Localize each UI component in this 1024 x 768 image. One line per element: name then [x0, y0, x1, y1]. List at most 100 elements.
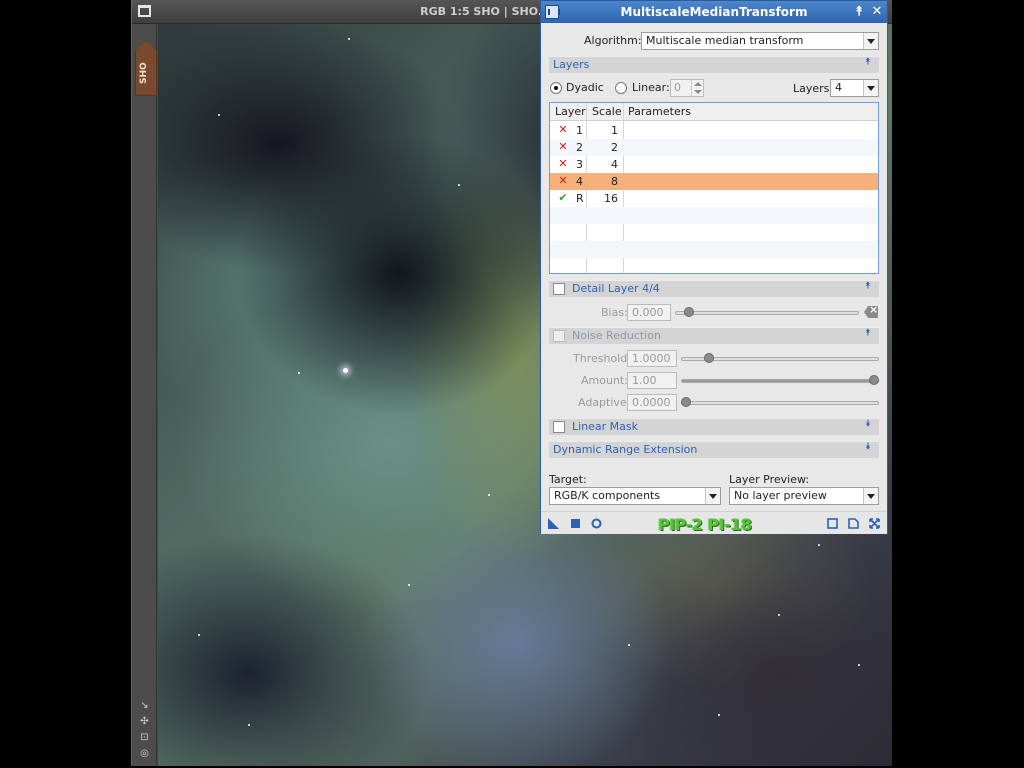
empty-table-row [550, 258, 878, 273]
spin-arrows-icon[interactable] [691, 80, 703, 96]
layer-table[interactable]: Layer Scale Parameters ✕ 1 1 ✕ 2 2 ✕ 3 4 ✕ 4 8 ✔ R 16 [549, 102, 879, 274]
clear-icon[interactable] [864, 306, 878, 318]
empty-table-row [550, 224, 878, 241]
layers-section-header[interactable]: Layers ⯭ [549, 56, 879, 73]
view-identifier-tab[interactable]: SHO [135, 41, 157, 96]
noise-reduction-checkbox[interactable] [553, 330, 565, 342]
table-row[interactable]: ✔ R 16 [550, 190, 878, 207]
expand-icon[interactable]: ⯯ [863, 420, 873, 433]
bias-slider[interactable] [675, 307, 859, 317]
adaptive-slider-knob[interactable] [681, 397, 691, 407]
scale-cell: 4 [611, 158, 618, 171]
close-button[interactable]: ✕ [869, 4, 885, 20]
layers-count-combo[interactable]: 4 [830, 79, 879, 97]
column-header-scale[interactable]: Scale [592, 105, 622, 118]
layer-cell: 1 [576, 124, 583, 137]
layer-cell: 3 [576, 158, 583, 171]
amount-slider[interactable] [681, 375, 879, 385]
layer-preview-combo[interactable]: No layer preview [729, 487, 879, 505]
multiscale-median-transform-dialog[interactable]: MultiscaleMedianTransform ⯭ ✕ Algorithm:… [540, 0, 888, 534]
table-row[interactable]: ✕ 1 1 [550, 122, 878, 139]
expand-icon[interactable]: ⯯ [863, 443, 873, 456]
amount-label: Amount: [581, 374, 628, 387]
algorithm-combo[interactable]: Multiscale median transform [641, 32, 879, 50]
star [198, 634, 200, 636]
collapse-icon[interactable]: ⯭ [863, 58, 873, 71]
column-header-layer[interactable]: Layer [555, 105, 586, 118]
star [408, 584, 410, 586]
layer-cell: R [576, 192, 584, 205]
threshold-slider[interactable] [681, 353, 879, 363]
x-mark-icon[interactable]: ✕ [557, 140, 569, 153]
apply-global-icon[interactable] [591, 518, 602, 529]
chevron-down-icon [863, 488, 878, 504]
noise-reduction-title: Noise Reduction [572, 329, 661, 342]
window-icon[interactable] [138, 5, 151, 17]
scale-cell: 16 [604, 192, 618, 205]
table-row[interactable]: ✕ 3 4 [550, 156, 878, 173]
new-instance-icon[interactable] [548, 518, 559, 529]
dynamic-range-section-header[interactable]: Dynamic Range Extension ⯯ [549, 441, 879, 458]
target-icon[interactable]: ◎ [139, 748, 150, 759]
linear-spinbox[interactable]: 0 [670, 79, 704, 97]
amount-field[interactable]: 1.00 [627, 372, 677, 389]
x-mark-icon[interactable]: ✕ [557, 123, 569, 136]
scale-cell: 8 [611, 175, 618, 188]
amount-slider-knob[interactable] [869, 375, 879, 385]
detail-layer-title: Detail Layer 4/4 [572, 282, 660, 295]
image-window-title: RGB 1:5 SHO | SHO. [420, 5, 542, 18]
noise-reduction-section-header[interactable]: Noise Reduction ⯭ [549, 327, 879, 344]
star [858, 664, 860, 666]
threshold-slider-knob[interactable] [703, 353, 714, 363]
layers-count-value: 4 [835, 81, 842, 94]
table-row[interactable]: ✕ 4 8 [550, 173, 878, 190]
bias-slider-knob[interactable] [683, 307, 694, 317]
layers-count-label: Layers: [793, 82, 834, 95]
dyadic-label[interactable]: Dyadic [566, 81, 604, 94]
column-header-parameters[interactable]: Parameters [628, 105, 691, 118]
threshold-label: Threshold: [573, 352, 631, 365]
shade-button[interactable]: ⯭ [851, 4, 867, 20]
reset-icon[interactable] [869, 518, 880, 529]
star [718, 714, 720, 716]
bias-label: Bias: [601, 306, 628, 319]
real-time-preview-icon[interactable] [848, 518, 859, 529]
dialog-titlebar[interactable]: MultiscaleMedianTransform ⯭ ✕ [541, 1, 887, 23]
checkmark-icon[interactable]: ✔ [557, 191, 569, 204]
dialog-title: MultiscaleMedianTransform [620, 5, 808, 19]
view-identifier-label: SHO [139, 62, 149, 84]
algorithm-label: Algorithm: [584, 34, 642, 47]
adaptive-field[interactable]: 0.0000 [627, 394, 677, 411]
layer-cell: 4 [576, 175, 583, 188]
collapse-icon[interactable]: ⯭ [863, 282, 873, 295]
collapse-icon[interactable]: ⯭ [863, 329, 873, 342]
linear-mask-section-header[interactable]: Linear Mask ⯯ [549, 418, 879, 435]
target-combo[interactable]: RGB/K components [549, 487, 721, 505]
dialog-bottom-bar: PIP-2 PI-18 [541, 511, 887, 534]
browse-documentation-icon[interactable] [827, 518, 838, 529]
linear-radio[interactable] [615, 82, 627, 94]
chevron-down-icon [863, 33, 878, 49]
crosshair-icon[interactable]: ✣ [139, 716, 150, 727]
threshold-field[interactable]: 1.0000 [627, 350, 677, 367]
bias-field[interactable]: 0.000 [627, 304, 671, 321]
target-value: RGB/K components [554, 489, 661, 502]
apply-icon[interactable] [570, 518, 581, 529]
star [778, 614, 780, 616]
algorithm-value: Multiscale median transform [646, 34, 804, 47]
linear-label[interactable]: Linear: [632, 81, 670, 94]
scale-cell: 2 [611, 141, 618, 154]
linear-mask-checkbox[interactable] [553, 421, 565, 433]
dynamic-range-title: Dynamic Range Extension [553, 443, 698, 456]
lock-icon[interactable]: ⊡ [139, 732, 150, 743]
dyadic-radio[interactable] [550, 82, 562, 94]
x-mark-icon[interactable]: ✕ [557, 157, 569, 170]
adaptive-slider[interactable] [681, 397, 879, 407]
x-mark-icon[interactable]: ✕ [557, 174, 569, 187]
zoom-arrow-icon[interactable]: ↘ [139, 700, 150, 711]
detail-layer-checkbox[interactable] [553, 283, 565, 295]
star [458, 184, 460, 186]
linear-value: 0 [674, 81, 681, 94]
detail-layer-section-header[interactable]: Detail Layer 4/4 ⯭ [549, 280, 879, 297]
table-row[interactable]: ✕ 2 2 [550, 139, 878, 156]
